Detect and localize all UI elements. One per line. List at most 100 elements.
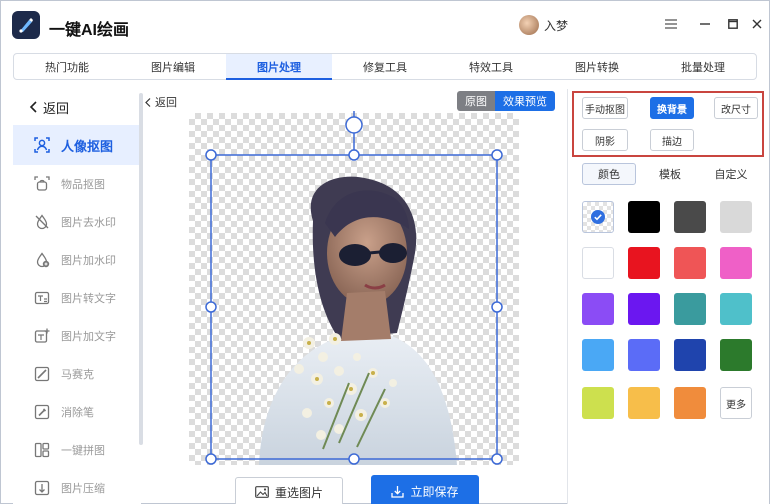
color-swatch[interactable] — [674, 339, 706, 371]
sidebar-item-label: 图片去水印 — [61, 217, 116, 229]
color-swatch[interactable] — [674, 293, 706, 325]
sidebar-item-mosaic[interactable]: 马赛克 — [13, 355, 141, 393]
sidebar-item-portrait-cutout[interactable]: 人像抠图 — [13, 125, 141, 165]
remove-watermark-icon — [33, 213, 51, 231]
resize-handle-right[interactable] — [491, 301, 503, 313]
color-swatch[interactable] — [628, 247, 660, 279]
rotate-handle[interactable] — [345, 116, 363, 134]
color-swatch[interactable] — [628, 339, 660, 371]
object-cutout-icon — [33, 175, 51, 193]
color-swatch[interactable] — [628, 293, 660, 325]
collage-icon — [33, 441, 51, 459]
color-swatch[interactable] — [674, 247, 706, 279]
color-swatch[interactable] — [674, 387, 706, 419]
sidebar-item-eraser-pen[interactable]: 消除笔 — [13, 393, 141, 431]
tab-image-processing[interactable]: 图片处理 — [226, 54, 332, 80]
tab-image-convert[interactable]: 图片转换 — [544, 54, 650, 79]
canvas-back-label: 返回 — [155, 97, 177, 109]
manual-cutout-button[interactable]: 手动抠图 — [582, 97, 628, 119]
sidebar-item-object-cutout[interactable]: 物品抠图 — [13, 165, 141, 203]
sidebar-item-label: 消除笔 — [61, 407, 94, 419]
color-swatch[interactable] — [582, 339, 614, 371]
mosaic-icon — [33, 365, 51, 383]
color-swatch[interactable] — [720, 247, 752, 279]
sidebar-item-label: 图片加水印 — [61, 255, 116, 267]
sidebar-item-add-text[interactable]: 图片加文字 — [13, 317, 141, 355]
app-logo-icon — [12, 11, 40, 39]
sidebar-item-label: 图片压缩 — [61, 483, 105, 495]
sidebar-item-label: 一键拼图 — [61, 445, 105, 457]
portrait-cutout-icon — [33, 136, 51, 154]
compress-icon — [33, 479, 51, 497]
sidebar: 返回 人像抠图 物品抠图 图片去水印 图片加水印 图片转文字 图片加文字 马赛克… — [13, 89, 141, 504]
chevron-left-icon — [145, 97, 151, 107]
tab-effect-tools[interactable]: 特效工具 — [438, 54, 544, 79]
menu-icon[interactable] — [663, 16, 679, 32]
sidebar-item-remove-watermark[interactable]: 图片去水印 — [13, 203, 141, 241]
resize-handle-top-right[interactable] — [491, 149, 503, 161]
canvas-back-button[interactable]: 返回 — [145, 94, 177, 110]
sidebar-item-add-watermark[interactable]: 图片加水印 — [13, 241, 141, 279]
subtab-template[interactable]: 模板 — [643, 163, 697, 185]
background-subtabs: 颜色 模板 自定义 — [582, 163, 758, 187]
back-label: 返回 — [43, 100, 70, 116]
sidebar-item-collage[interactable]: 一键拼图 — [13, 431, 141, 469]
stroke-button[interactable]: 描边 — [650, 129, 694, 151]
app-title: 一键AI绘画 — [49, 22, 130, 39]
main-tabs: 热门功能 图片编辑 图片处理 修复工具 特效工具 图片转换 批量处理 — [13, 53, 757, 80]
color-swatch[interactable] — [720, 293, 752, 325]
resize-handle-bottom-right[interactable] — [491, 453, 503, 465]
preview-view-button[interactable]: 效果预览 — [495, 91, 555, 111]
color-swatch[interactable] — [628, 387, 660, 419]
view-toggle: 原图 效果预览 — [457, 91, 555, 111]
check-icon — [591, 210, 605, 224]
reselect-label: 重选图片 — [274, 485, 323, 500]
sidebar-item-label: 人像抠图 — [61, 138, 114, 154]
back-button[interactable]: 返回 — [13, 89, 141, 125]
shadow-button[interactable]: 阴影 — [582, 129, 628, 151]
sidebar-item-compress[interactable]: 图片压缩 — [13, 469, 141, 504]
save-now-button[interactable]: 立即保存 — [371, 475, 479, 504]
color-swatch-transparent[interactable] — [582, 201, 614, 233]
subtab-color[interactable]: 颜色 — [582, 163, 636, 185]
user-profile[interactable]: 入梦 — [519, 15, 568, 35]
tab-image-edit[interactable]: 图片编辑 — [120, 54, 226, 79]
change-background-button[interactable]: 换背景 — [650, 97, 694, 119]
color-swatch[interactable] — [674, 201, 706, 233]
close-icon[interactable] — [749, 16, 765, 32]
resize-handle-top[interactable] — [348, 149, 360, 161]
eraser-pen-icon — [33, 403, 51, 421]
resize-button[interactable]: 改尺寸 — [714, 97, 758, 119]
sidebar-item-label: 马赛克 — [61, 369, 94, 381]
resize-handle-bottom[interactable] — [348, 453, 360, 465]
resize-handle-bottom-left[interactable] — [205, 453, 217, 465]
sidebar-item-image-to-text[interactable]: 图片转文字 — [13, 279, 141, 317]
title-bar: 一键AI绘画 入梦 — [1, 1, 769, 51]
tab-repair-tools[interactable]: 修复工具 — [332, 54, 438, 79]
reselect-image-button[interactable]: 重选图片 — [235, 477, 343, 504]
minimize-icon[interactable] — [697, 16, 713, 32]
color-swatch[interactable] — [582, 387, 614, 419]
resize-handle-top-left[interactable] — [205, 149, 217, 161]
selection-frame[interactable] — [201, 111, 503, 465]
sidebar-item-label: 图片加文字 — [61, 331, 116, 343]
more-colors-button[interactable]: 更多 — [720, 387, 752, 419]
image-to-text-icon — [33, 289, 51, 307]
save-label: 立即保存 — [410, 484, 459, 499]
subtab-custom[interactable]: 自定义 — [704, 163, 758, 185]
user-name: 入梦 — [544, 18, 569, 33]
color-swatch[interactable] — [582, 247, 614, 279]
color-swatch[interactable] — [720, 201, 752, 233]
resize-handle-left[interactable] — [205, 301, 217, 313]
maximize-icon[interactable] — [725, 16, 741, 32]
color-swatch[interactable] — [582, 293, 614, 325]
add-text-icon — [33, 327, 51, 345]
tab-hot-features[interactable]: 热门功能 — [14, 54, 120, 79]
tab-batch-processing[interactable]: 批量处理 — [650, 54, 756, 79]
original-view-button[interactable]: 原图 — [457, 91, 495, 111]
color-swatch[interactable] — [628, 201, 660, 233]
avatar — [519, 15, 539, 35]
image-icon — [255, 486, 269, 498]
color-swatch[interactable] — [720, 339, 752, 371]
download-icon — [391, 485, 405, 498]
